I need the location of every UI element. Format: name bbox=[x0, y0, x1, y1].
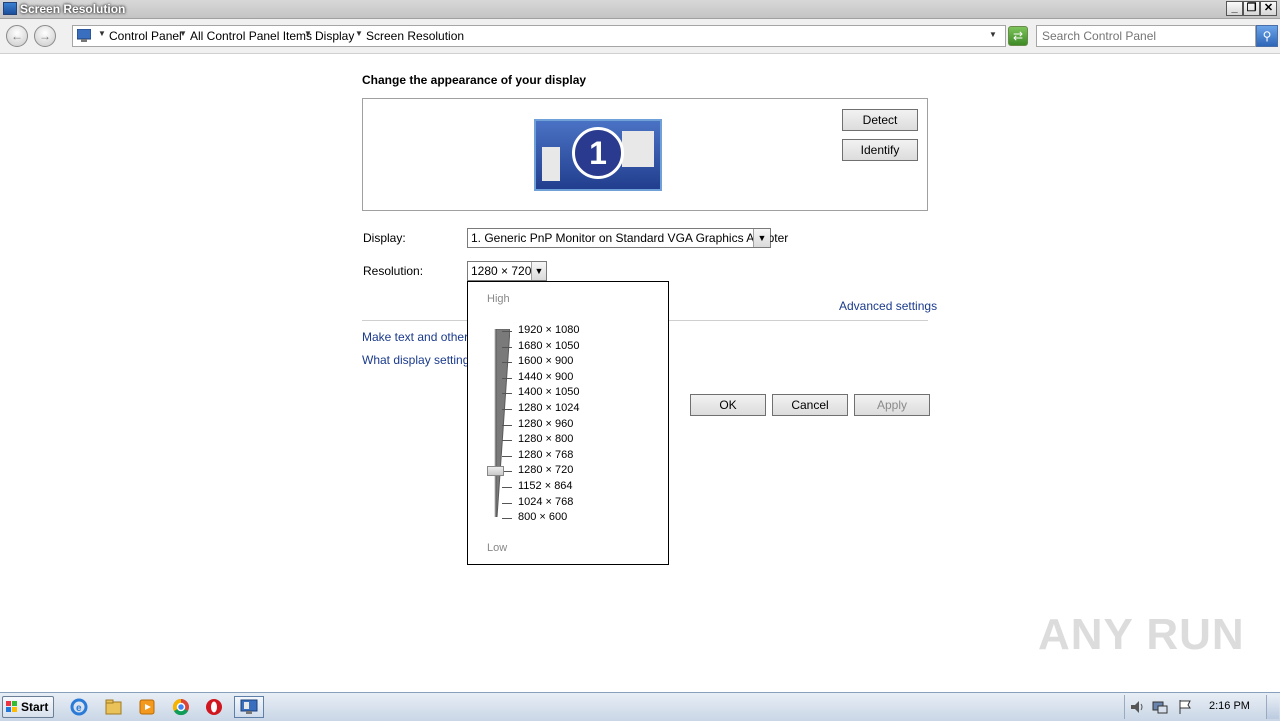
ok-button[interactable]: OK bbox=[690, 394, 766, 416]
breadcrumb-all-items[interactable]: All Control Panel Items bbox=[190, 29, 312, 43]
display-select-value: 1. Generic PnP Monitor on Standard VGA G… bbox=[471, 231, 789, 245]
breadcrumb-arrow-icon[interactable]: ▼ bbox=[355, 29, 363, 38]
display-select[interactable]: 1. Generic PnP Monitor on Standard VGA G… bbox=[467, 228, 788, 248]
resolution-option[interactable]: 1024 × 768 bbox=[518, 496, 573, 508]
preview-window-right bbox=[622, 131, 654, 167]
close-button[interactable]: ✕ bbox=[1260, 1, 1277, 16]
network-icon[interactable] bbox=[1152, 700, 1168, 714]
monitor-number-badge: 1 bbox=[572, 127, 624, 179]
slider-tick bbox=[502, 377, 512, 379]
chrome-icon[interactable] bbox=[166, 696, 196, 718]
internet-explorer-icon[interactable]: e bbox=[64, 696, 94, 718]
forward-button[interactable]: → bbox=[34, 25, 56, 47]
resolution-option[interactable]: 1152 × 864 bbox=[518, 480, 573, 492]
slider-tick bbox=[502, 502, 512, 504]
display-label: Display: bbox=[363, 231, 406, 245]
slider-tick bbox=[502, 440, 512, 442]
slider-thumb[interactable] bbox=[487, 466, 504, 477]
anyrun-watermark: ANY RUN bbox=[1038, 610, 1245, 659]
svg-text:e: e bbox=[76, 703, 82, 714]
resolution-select[interactable]: 1280 × 720 ▼ bbox=[467, 261, 547, 281]
tray-divider bbox=[1124, 695, 1125, 719]
taskbar: Start e 2:16 PM bbox=[0, 692, 1280, 721]
title-bar: Screen Resolution _ ❐ ✕ bbox=[0, 0, 1280, 19]
resolution-label: Resolution: bbox=[363, 264, 424, 278]
apply-button: Apply bbox=[854, 394, 930, 416]
control-panel-icon bbox=[77, 29, 91, 42]
windows-logo-icon bbox=[6, 701, 17, 712]
chevron-down-icon[interactable]: ▼ bbox=[753, 229, 770, 247]
media-player-icon[interactable] bbox=[132, 696, 162, 718]
preview-window-left bbox=[542, 147, 560, 181]
slider-tick bbox=[502, 518, 512, 520]
system-tray: 2:16 PM bbox=[1124, 695, 1279, 719]
display-settings-icon[interactable] bbox=[234, 696, 264, 718]
search-input[interactable] bbox=[1036, 25, 1256, 47]
address-history-dropdown-icon[interactable]: ▼ bbox=[989, 30, 997, 39]
breadcrumb-dropdown-icon[interactable]: ▼ bbox=[98, 29, 106, 38]
opera-icon[interactable] bbox=[200, 696, 230, 718]
low-label: Low bbox=[487, 542, 508, 554]
make-text-larger-link[interactable]: Make text and other it bbox=[362, 330, 477, 344]
resolution-option[interactable]: 1440 × 900 bbox=[518, 371, 573, 383]
resolution-option[interactable]: 1280 × 720 bbox=[518, 464, 573, 476]
slider-tick bbox=[502, 331, 512, 332]
screen-resolution-app-icon bbox=[3, 2, 17, 15]
resolution-option[interactable]: 1280 × 768 bbox=[518, 449, 573, 461]
search-icon[interactable]: ⚲ bbox=[1256, 25, 1278, 47]
advanced-settings-link[interactable]: Advanced settings bbox=[839, 299, 937, 313]
monitor-preview-icon[interactable]: 1 bbox=[534, 119, 662, 191]
slider-tick bbox=[502, 409, 512, 410]
action-center-flag-icon[interactable] bbox=[1178, 699, 1192, 715]
show-desktop-button[interactable] bbox=[1266, 695, 1279, 719]
slider-tick bbox=[502, 487, 512, 488]
refresh-icon[interactable]: ⇄ bbox=[1008, 26, 1028, 46]
breadcrumb-display[interactable]: Display bbox=[315, 29, 354, 43]
identify-button[interactable]: Identify bbox=[842, 139, 918, 161]
slider-tick bbox=[502, 424, 512, 426]
volume-icon[interactable] bbox=[1130, 700, 1144, 714]
page-heading: Change the appearance of your display bbox=[362, 73, 587, 87]
resolution-option[interactable]: 1920 × 1080 bbox=[518, 324, 579, 336]
breadcrumb-arrow-icon[interactable]: ▼ bbox=[179, 29, 187, 38]
address-box[interactable]: ▼ Control Panel ▼ All Control Panel Item… bbox=[72, 25, 1006, 47]
start-button[interactable]: Start bbox=[2, 696, 54, 718]
resolution-option[interactable]: 1680 × 1050 bbox=[518, 340, 579, 352]
resolution-option[interactable]: 1280 × 1024 bbox=[518, 402, 579, 414]
detect-button[interactable]: Detect bbox=[842, 109, 918, 131]
resolution-option[interactable]: 1280 × 800 bbox=[518, 433, 573, 445]
what-display-settings-link[interactable]: What display settings bbox=[362, 353, 475, 367]
resolution-option[interactable]: 1280 × 960 bbox=[518, 418, 573, 430]
slider-tick bbox=[502, 362, 512, 364]
slider-tick bbox=[502, 393, 512, 395]
high-label: High bbox=[487, 293, 510, 305]
start-label: Start bbox=[21, 700, 49, 714]
resolution-dropdown-panel: High 1920 × 1080 1680 × 1050 1600 × 900 144… bbox=[467, 281, 669, 565]
breadcrumb-screen-resolution[interactable]: Screen Resolution bbox=[366, 29, 464, 43]
resolution-select-value: 1280 × 720 bbox=[471, 264, 532, 278]
maximize-button[interactable]: ❐ bbox=[1243, 1, 1260, 16]
address-bar: ← → ▼ Control Panel ▼ All Control Panel … bbox=[0, 19, 1280, 54]
window-title: Screen Resolution bbox=[20, 2, 126, 16]
slider-tick bbox=[502, 346, 512, 348]
resolution-option[interactable]: 1400 × 1050 bbox=[518, 386, 579, 398]
back-button[interactable]: ← bbox=[6, 25, 28, 47]
minimize-button[interactable]: _ bbox=[1226, 1, 1243, 16]
clock[interactable]: 2:16 PM bbox=[1209, 700, 1250, 712]
breadcrumb-control-panel[interactable]: Control Panel bbox=[109, 29, 182, 43]
chevron-down-icon[interactable]: ▼ bbox=[531, 262, 546, 280]
resolution-slider-track[interactable] bbox=[494, 329, 510, 517]
file-explorer-icon[interactable] bbox=[98, 696, 128, 718]
slider-tick bbox=[502, 455, 512, 457]
resolution-option[interactable]: 800 × 600 bbox=[518, 511, 567, 523]
cancel-button[interactable]: Cancel bbox=[772, 394, 848, 416]
resolution-option[interactable]: 1600 × 900 bbox=[518, 355, 573, 367]
breadcrumb-arrow-icon[interactable]: ▼ bbox=[304, 29, 312, 38]
